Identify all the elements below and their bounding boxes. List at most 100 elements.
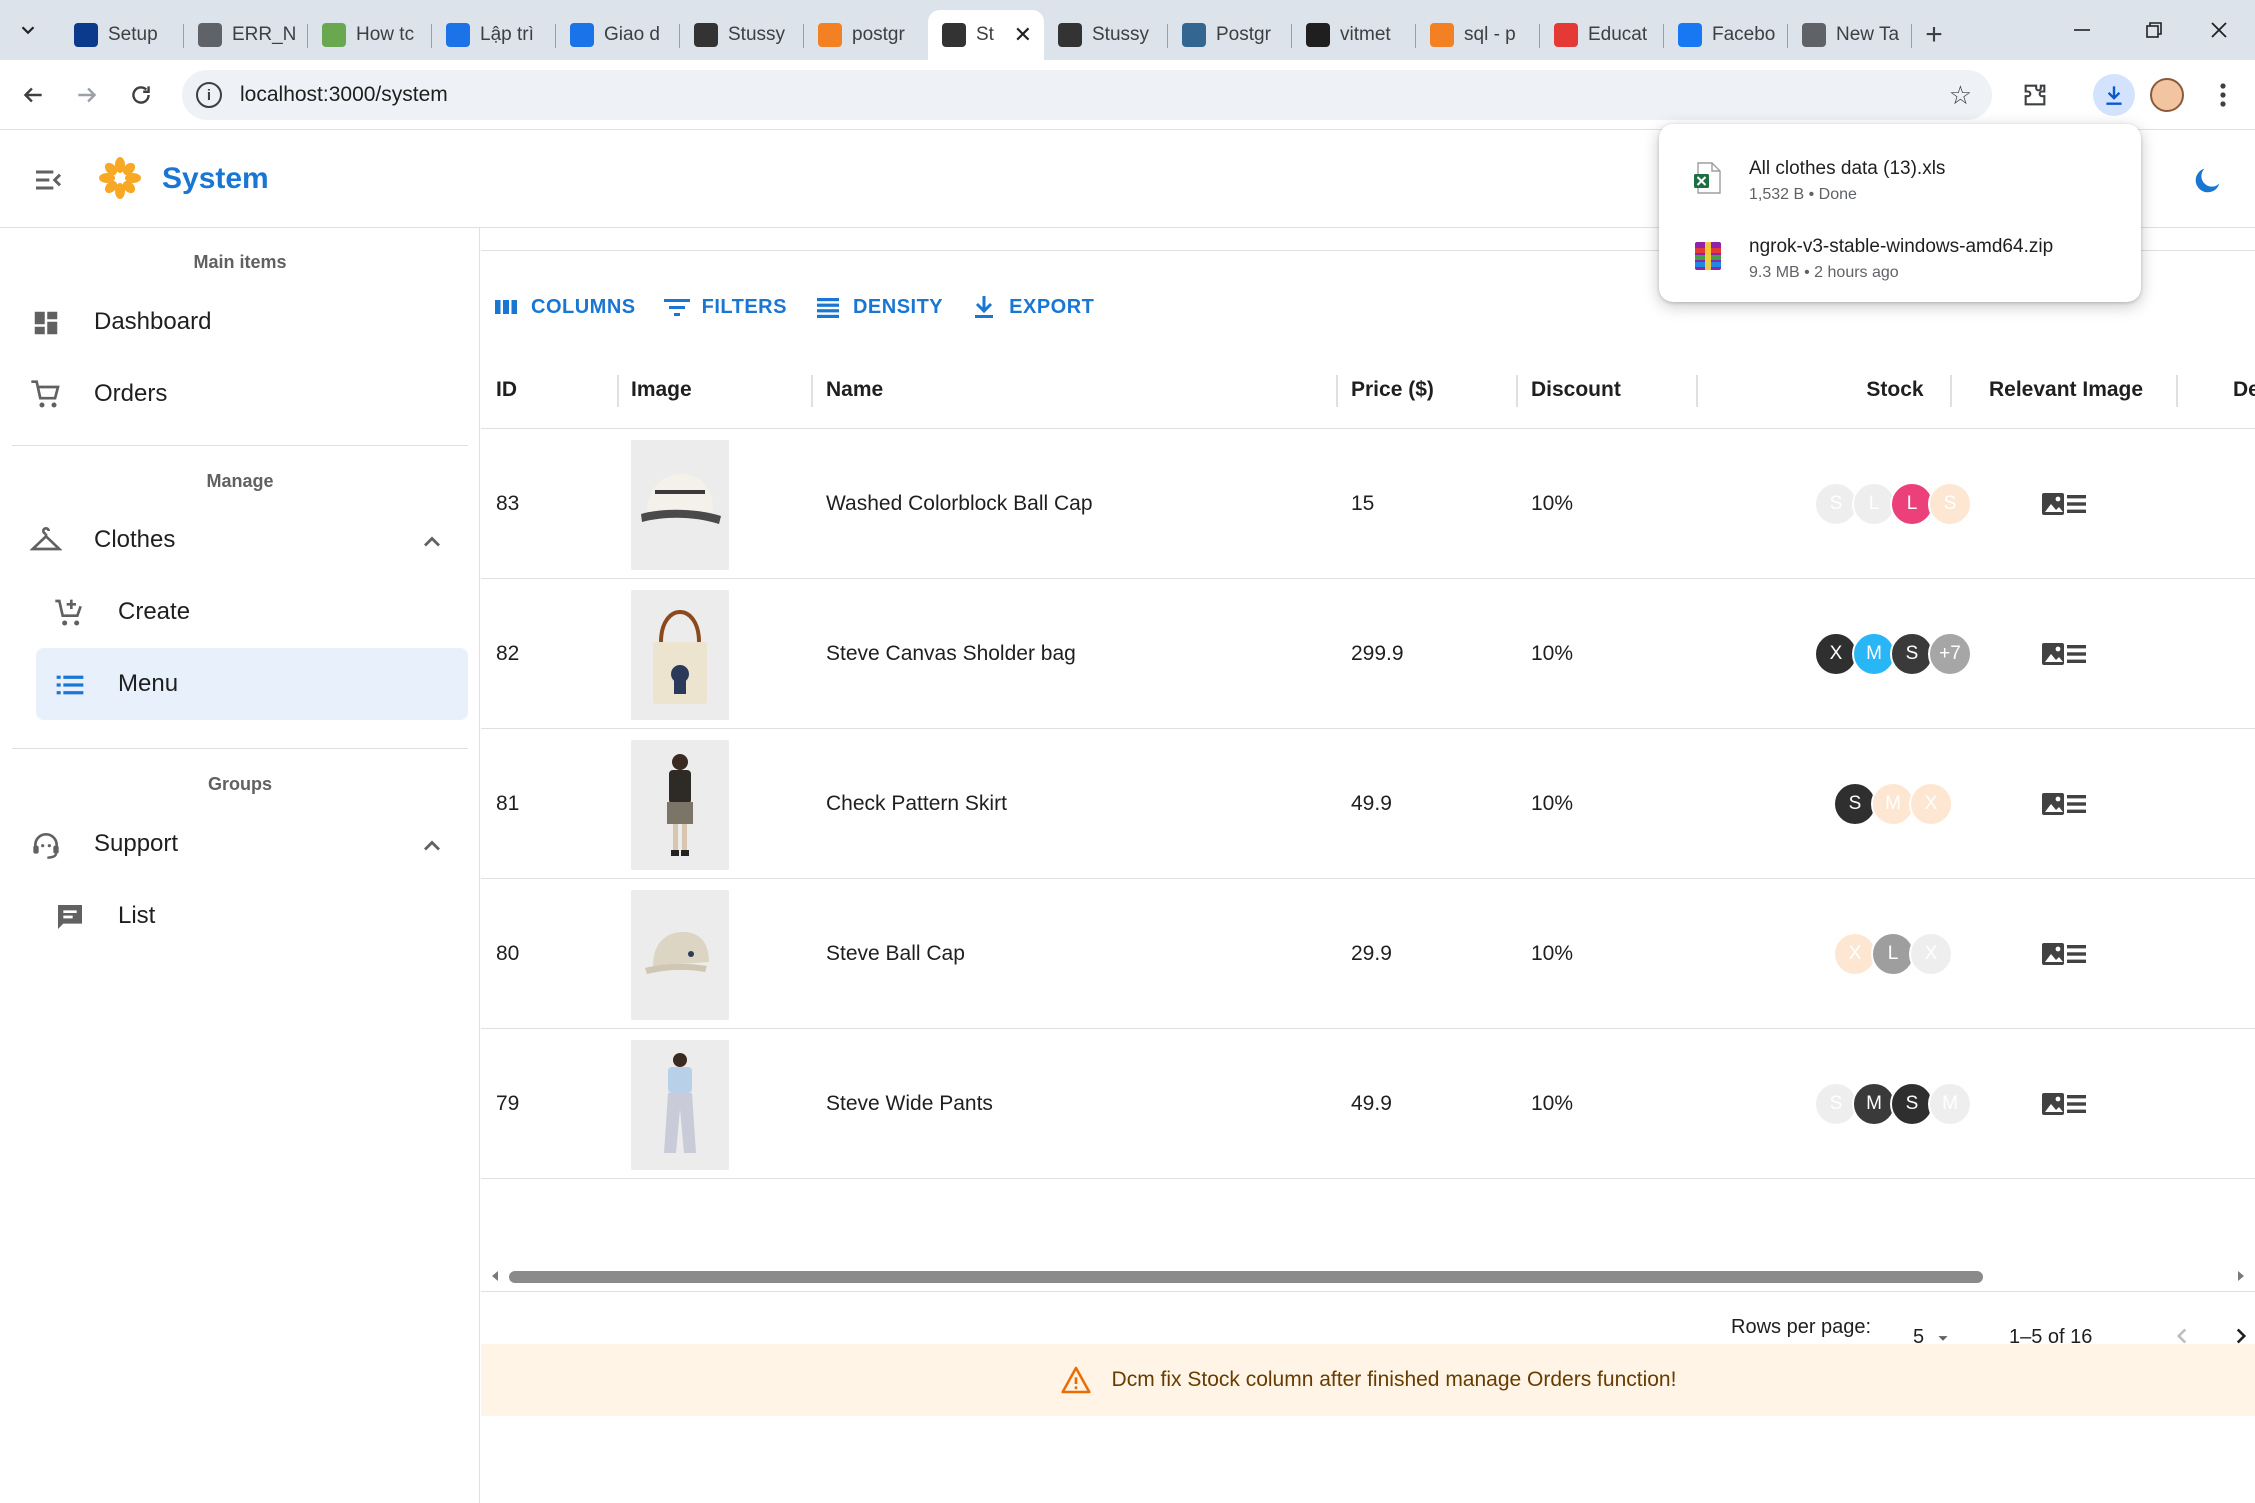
sidebar-item-support[interactable]: Support [12, 808, 468, 880]
url-text[interactable]: localhost:3000/system [240, 83, 448, 107]
stock-size-chip[interactable]: X [1909, 932, 1953, 976]
table-row[interactable]: 79 Steve Wide Pants 49.9 10% S M S M [481, 1029, 2255, 1179]
column-separator[interactable] [2176, 375, 2178, 407]
stock-size-chip[interactable]: M [1928, 1082, 1972, 1126]
app-title[interactable]: System [162, 162, 269, 196]
relevant-image-icon[interactable] [2041, 489, 2087, 519]
column-separator[interactable] [1696, 375, 1698, 407]
sidebar-item-menu[interactable]: Menu [36, 648, 468, 720]
diamond-icon [446, 23, 470, 47]
sidebar-divider [12, 748, 468, 749]
new-tab-button[interactable]: + [1912, 10, 1956, 60]
column-separator[interactable] [811, 375, 813, 407]
stock-avatar-group[interactable]: SMSM [1743, 1029, 2043, 1179]
sidebar-item-clothes[interactable]: Clothes [12, 504, 468, 576]
restore-button[interactable] [2118, 0, 2190, 60]
back-button[interactable] [12, 74, 54, 116]
stock-avatar-group[interactable]: SLLS [1743, 429, 2043, 579]
close-tab-icon[interactable]: ✕ [1014, 22, 1032, 48]
column-separator[interactable] [1336, 375, 1338, 407]
column-header-image[interactable]: Image [631, 351, 692, 429]
collapse-sidebar-button[interactable] [28, 160, 68, 200]
table-row[interactable]: 83 Washed Colorblock Ball Cap 15 10% S L L S [481, 429, 2255, 579]
column-header-price[interactable]: Price ($) [1351, 351, 1434, 429]
stock-avatar-group[interactable]: SMX [1743, 729, 2043, 879]
relevant-image-icon[interactable] [2041, 639, 2087, 669]
browser-tab[interactable]: ERR_N [184, 10, 308, 60]
density-button[interactable]: DENSITY [815, 294, 943, 320]
browser-tab[interactable]: New Ta [1788, 10, 1912, 60]
sidebar-item-orders[interactable]: Orders [12, 358, 468, 430]
theme-toggle-button[interactable] [2188, 160, 2228, 200]
browser-tab[interactable]: Educat [1540, 10, 1664, 60]
product-thumbnail[interactable] [631, 740, 729, 870]
site-info-icon[interactable]: i [196, 82, 222, 108]
close-window-button[interactable] [2183, 0, 2255, 60]
export-button[interactable]: EXPORT [971, 294, 1094, 320]
browser-tab[interactable]: Postgr [1168, 10, 1292, 60]
column-separator[interactable] [1516, 375, 1518, 407]
stock-size-chip[interactable]: +7 [1928, 632, 1972, 676]
browser-tab[interactable]: St ✕ [928, 10, 1044, 60]
browser-tab[interactable]: Stussy [680, 10, 804, 60]
column-header-stock[interactable]: Stock [1795, 351, 1995, 429]
column-header-id[interactable]: ID [496, 351, 517, 429]
bookmark-star-icon[interactable]: ☆ [1949, 80, 1972, 111]
browser-tab[interactable]: How tc [308, 10, 432, 60]
forward-button[interactable] [66, 74, 108, 116]
stock-avatar-group[interactable]: XLX [1743, 879, 2043, 1029]
sidebar-item-dashboard[interactable]: Dashboard [12, 286, 468, 358]
product-thumbnail[interactable] [631, 890, 729, 1020]
download-item[interactable]: ngrok-v3-stable-windows-amd64.zip 9.3 MB… [1659, 222, 2141, 300]
relevant-image-icon[interactable] [2041, 939, 2087, 969]
browser-tab[interactable]: Stussy [1044, 10, 1168, 60]
table-row[interactable]: 81 Check Pattern Skirt 49.9 10% S M X [481, 729, 2255, 879]
browser-tab[interactable]: Giao d [556, 10, 680, 60]
stock-size-chip[interactable]: X [1909, 782, 1953, 826]
scroll-right-arrow-icon[interactable] [2233, 1268, 2249, 1284]
browser-tab[interactable]: sql - p [1416, 10, 1540, 60]
filters-button[interactable]: FILTERS [663, 294, 787, 320]
column-separator[interactable] [617, 375, 619, 407]
table-row[interactable]: 80 Steve Ball Cap 29.9 10% X L X [481, 879, 2255, 1029]
column-header-next[interactable]: De [2233, 351, 2255, 429]
columns-button[interactable]: COLUMNS [493, 294, 636, 320]
product-thumbnail[interactable] [631, 1040, 729, 1170]
column-header-relevant-image[interactable]: Relevant Image [1989, 351, 2143, 429]
download-file-name[interactable]: ngrok-v3-stable-windows-amd64.zip [1749, 236, 2053, 258]
stock-avatar-group[interactable]: X M S +7 [1743, 579, 2043, 729]
column-separator[interactable] [1950, 375, 1952, 407]
product-thumbnail[interactable] [631, 440, 729, 570]
download-file-name[interactable]: All clothes data (13).xls [1749, 158, 1945, 180]
browser-tab[interactable]: postgr [804, 10, 928, 60]
chevron-up-icon[interactable] [418, 832, 446, 860]
excel-file-icon [1694, 162, 1721, 194]
horizontal-scrollbar[interactable] [481, 1264, 2255, 1288]
scrollbar-thumb[interactable] [509, 1271, 1983, 1283]
address-bar[interactable]: i localhost:3000/system ☆ [182, 70, 1992, 120]
scroll-left-arrow-icon[interactable] [487, 1268, 503, 1284]
extensions-button[interactable] [2014, 74, 2056, 116]
stock-size-chip[interactable]: S [1928, 482, 1972, 526]
diamond-icon [570, 23, 594, 47]
browser-tab[interactable]: Setup [60, 10, 184, 60]
chevron-up-icon[interactable] [418, 528, 446, 556]
browser-tab[interactable]: Lập trì [432, 10, 556, 60]
sidebar-item-list[interactable]: List [12, 880, 468, 952]
reload-button[interactable] [120, 74, 162, 116]
column-header-name[interactable]: Name [826, 351, 883, 429]
browser-menu-button[interactable] [2205, 74, 2241, 116]
relevant-image-icon[interactable] [2041, 789, 2087, 819]
tab-search-button[interactable] [10, 12, 46, 48]
column-header-discount[interactable]: Discount [1531, 351, 1621, 429]
browser-tab[interactable]: Facebo [1664, 10, 1788, 60]
browser-tab[interactable]: vitmet [1292, 10, 1416, 60]
table-row[interactable]: 82 Steve Canvas Sholder bag 299.9 10% X M S +7 [481, 579, 2255, 729]
download-item[interactable]: All clothes data (13).xls 1,532 B • Done [1659, 144, 2141, 222]
sidebar-item-create[interactable]: Create [12, 576, 468, 648]
downloads-button[interactable] [2093, 74, 2135, 116]
profile-avatar[interactable] [2150, 78, 2184, 112]
minimize-button[interactable] [2046, 0, 2118, 60]
relevant-image-icon[interactable] [2041, 1089, 2087, 1119]
product-thumbnail[interactable] [631, 590, 729, 720]
